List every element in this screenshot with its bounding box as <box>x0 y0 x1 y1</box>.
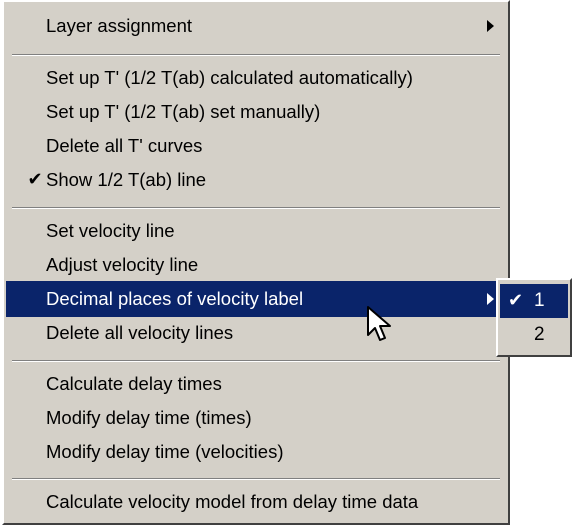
menu-separator <box>12 207 500 209</box>
menu-item-adjust-velocity-line[interactable]: Adjust velocity line <box>6 247 506 283</box>
menu-item-calculate-velocity-model[interactable]: Calculate velocity model from delay time… <box>6 484 506 520</box>
mouse-pointer-icon <box>367 306 391 341</box>
submenu-item-1[interactable]: ✔ 1 <box>500 284 568 318</box>
submenu-arrow-icon <box>487 20 494 32</box>
check-icon: ✔ <box>27 169 43 189</box>
menu-item-label: Show 1/2 T(ab) line <box>46 169 207 190</box>
menu-item-label: Calculate velocity model from delay time… <box>46 491 419 512</box>
menu-item-label: Set velocity line <box>46 220 175 241</box>
menu-item-modify-delay-times[interactable]: Modify delay time (times) <box>6 400 506 436</box>
menu-item-label: Calculate delay times <box>46 373 222 394</box>
menu-separator <box>12 360 500 362</box>
menu-item-layer-assignment[interactable]: Layer assignment <box>6 8 506 44</box>
menu-item-show-half-tab-line[interactable]: ✔ Show 1/2 T(ab) line <box>6 162 506 198</box>
check-icon: ✔ <box>508 290 524 310</box>
context-menu: Layer assignment Set up T' (1/2 T(ab) ca… <box>2 0 510 525</box>
menu-item-setup-t-automatic[interactable]: Set up T' (1/2 T(ab) calculated automati… <box>6 60 506 96</box>
menu-item-label: Modify delay time (velocities) <box>46 441 284 462</box>
menu-item-label: Adjust velocity line <box>46 254 199 275</box>
menu-item-delete-velocity-lines[interactable]: Delete all velocity lines <box>6 315 506 351</box>
submenu-arrow-icon <box>487 293 494 305</box>
menu-item-set-velocity-line[interactable]: Set velocity line <box>6 213 506 249</box>
menu-item-label: Set up T' (1/2 T(ab) calculated automati… <box>46 67 413 88</box>
menu-item-modify-delay-velocities[interactable]: Modify delay time (velocities) <box>6 434 506 470</box>
menu-separator <box>12 478 500 480</box>
menu-item-label: Delete all velocity lines <box>46 322 234 343</box>
menu-item-setup-t-manual[interactable]: Set up T' (1/2 T(ab) set manually) <box>6 94 506 130</box>
submenu-item-label: 2 <box>534 324 545 345</box>
menu-item-delete-t-curves[interactable]: Delete all T' curves <box>6 128 506 164</box>
menu-item-label: Layer assignment <box>46 15 193 36</box>
menu-item-label: Decimal places of velocity label <box>46 288 304 309</box>
menu-separator <box>12 54 500 56</box>
menu-item-label: Modify delay time (times) <box>46 407 252 428</box>
menu-item-label: Set up T' (1/2 T(ab) set manually) <box>46 101 321 122</box>
menu-item-decimal-places[interactable]: Decimal places of velocity label <box>6 281 506 317</box>
submenu-item-label: 1 <box>534 290 545 311</box>
menu-item-label: Delete all T' curves <box>46 135 203 156</box>
submenu-item-2[interactable]: 2 <box>500 318 568 352</box>
screen: Layer assignment Set up T' (1/2 T(ab) ca… <box>0 0 572 527</box>
menu-item-calculate-delay-times[interactable]: Calculate delay times <box>6 366 506 402</box>
decimal-places-submenu: ✔ 1 2 <box>496 278 572 357</box>
